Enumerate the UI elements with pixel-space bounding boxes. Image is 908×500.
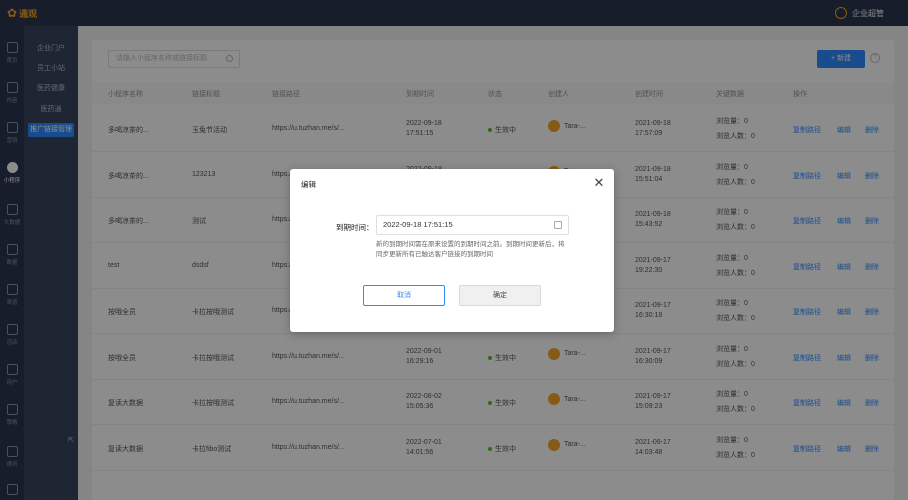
expire-time-hint: 新的到期时间需在原来设置的到期时间之前。到期时间更新后，将同步更新所有已触达客户…: [376, 241, 565, 258]
expire-time-label: 到期时间：: [336, 223, 374, 232]
calendar-icon[interactable]: [554, 221, 562, 229]
edit-dialog: 编辑 ✕ 到期时间： 2022-09-18 17:51:15 新的到期时间需在原…: [290, 169, 614, 332]
cancel-button[interactable]: 取消: [363, 285, 445, 306]
confirm-button[interactable]: 确定: [459, 285, 541, 306]
expire-time-value: 2022-09-18 17:51:15: [383, 220, 453, 229]
dialog-title: 编辑: [301, 180, 316, 189]
close-icon[interactable]: ✕: [592, 176, 606, 190]
expire-time-input[interactable]: 2022-09-18 17:51:15: [376, 215, 569, 235]
